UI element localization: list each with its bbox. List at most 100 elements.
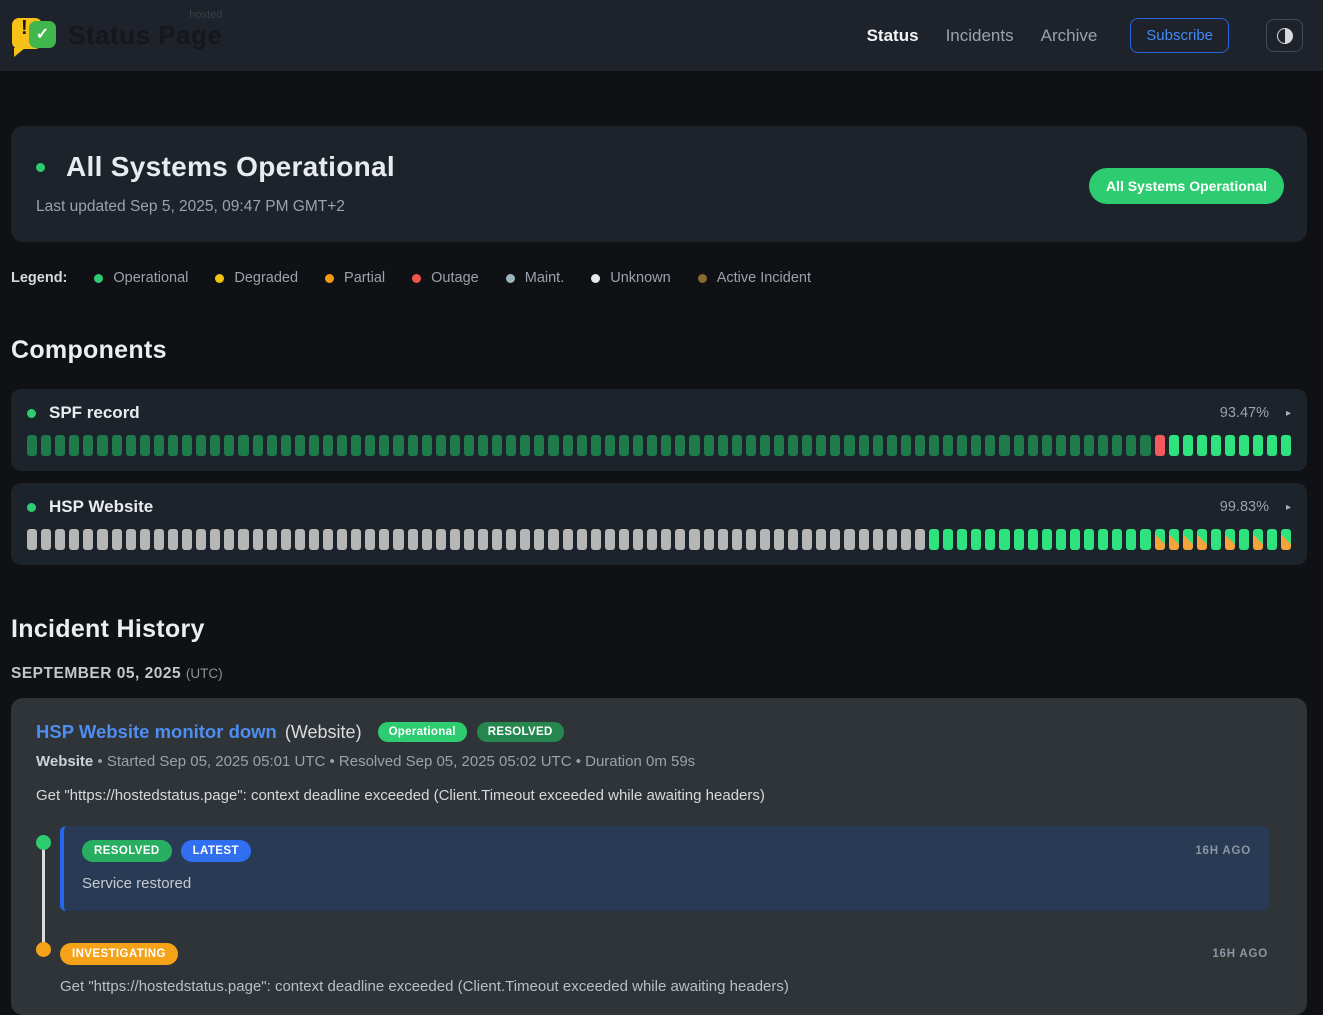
- legend-item-label: Unknown: [610, 270, 670, 286]
- component-row[interactable]: HSP Website99.83%▸: [27, 497, 1291, 517]
- uptime-bar-dim: [633, 435, 643, 456]
- expand-arrow-icon[interactable]: ▸: [1286, 502, 1291, 513]
- incident-meta-component: Website: [36, 753, 93, 770]
- uptime-bar-up: [1281, 435, 1291, 456]
- uptime-bar-up: [1239, 435, 1249, 456]
- legend-dot: [698, 274, 707, 283]
- component-right: 99.83%▸: [1220, 499, 1291, 515]
- uptime-bar-dim: [1042, 435, 1052, 456]
- expand-arrow-icon[interactable]: ▸: [1286, 408, 1291, 419]
- uptime-bar-dim: [436, 435, 446, 456]
- legend-label: Legend:: [11, 270, 67, 286]
- uptime-bar-dim: [408, 435, 418, 456]
- uptime-bar-nodata: [887, 529, 897, 550]
- theme-toggle-button[interactable]: [1266, 19, 1303, 52]
- uptime-bar-dim: [661, 435, 671, 456]
- uptime-bar-dim: [337, 435, 347, 456]
- overall-status-card: All Systems Operational Last updated Sep…: [11, 126, 1307, 242]
- subscribe-button[interactable]: Subscribe: [1130, 18, 1229, 53]
- legend-item-unknown: Unknown: [591, 270, 670, 286]
- uptime-bar-up: [1239, 529, 1249, 550]
- uptime-bar-dim: [971, 435, 981, 456]
- uptime-bar-nodata: [309, 529, 319, 550]
- component-status-dot: [27, 409, 36, 418]
- incident-update: RESOLVEDLATEST16H AGOService restored: [60, 826, 1282, 911]
- main-nav: Status Incidents Archive Subscribe: [867, 18, 1303, 53]
- incident-badges: OperationalRESOLVED: [378, 722, 564, 742]
- uptime-bar-dim: [534, 435, 544, 456]
- uptime-bar-up: [1267, 435, 1277, 456]
- uptime-bars: [27, 529, 1291, 550]
- uptime-bar-nodata: [844, 529, 854, 550]
- uptime-bar-partial: [1183, 529, 1193, 550]
- component-card: HSP Website99.83%▸: [11, 483, 1307, 565]
- nav-link-status[interactable]: Status: [867, 26, 919, 46]
- uptime-bar-dim: [154, 435, 164, 456]
- uptime-bar-dim: [253, 435, 263, 456]
- uptime-bar-nodata: [816, 529, 826, 550]
- uptime-bar-nodata: [224, 529, 234, 550]
- uptime-bar-nodata: [760, 529, 770, 550]
- nav-link-archive[interactable]: Archive: [1041, 26, 1098, 46]
- uptime-bar-up: [999, 529, 1009, 550]
- brand-name: Status Page: [68, 20, 222, 50]
- update-status-dot: [36, 942, 51, 957]
- uptime-bar-dim: [802, 435, 812, 456]
- uptime-bar-nodata: [422, 529, 432, 550]
- uptime-bar-nodata: [97, 529, 107, 550]
- uptime-bar-up: [1225, 435, 1235, 456]
- uptime-bar-nodata: [563, 529, 573, 550]
- uptime-bar-up: [985, 529, 995, 550]
- uptime-bar-dim: [140, 435, 150, 456]
- uptime-bar-nodata: [267, 529, 277, 550]
- uptime-bar-dim: [393, 435, 403, 456]
- update-head: INVESTIGATING16H AGO: [60, 943, 1268, 965]
- uptime-bar-nodata: [859, 529, 869, 550]
- uptime-bar-nodata: [408, 529, 418, 550]
- uptime-bar-nodata: [732, 529, 742, 550]
- incident-title-link[interactable]: HSP Website monitor down: [36, 721, 277, 743]
- uptime-bar-dim: [492, 435, 502, 456]
- badge-resolved: RESOLVED: [82, 840, 172, 862]
- update-text: Get "https://hostedstatus.page": context…: [60, 978, 1268, 995]
- uptime-bar-dim: [365, 435, 375, 456]
- incident-description: Get "https://hostedstatus.page": context…: [36, 787, 1282, 804]
- uptime-bar-nodata: [126, 529, 136, 550]
- uptime-bar-nodata: [436, 529, 446, 550]
- uptime-bar-dim: [422, 435, 432, 456]
- uptime-bar-nodata: [534, 529, 544, 550]
- uptime-bar-up: [1098, 529, 1108, 550]
- uptime-bar-dim: [760, 435, 770, 456]
- uptime-bar-nodata: [295, 529, 305, 550]
- uptime-bar-nodata: [253, 529, 263, 550]
- uptime-bar-dim: [591, 435, 601, 456]
- uptime-bar-dim: [605, 435, 615, 456]
- legend-item-outage: Outage: [412, 270, 479, 286]
- uptime-bar-up: [1197, 435, 1207, 456]
- uptime-bar-nodata: [619, 529, 629, 550]
- uptime-bar-dim: [830, 435, 840, 456]
- uptime-bar-nodata: [55, 529, 65, 550]
- uptime-bar-dim: [901, 435, 911, 456]
- badge-investigating: INVESTIGATING: [60, 943, 178, 965]
- nav-link-incidents[interactable]: Incidents: [946, 26, 1014, 46]
- uptime-bar-dim: [351, 435, 361, 456]
- status-page-logo-icon: ! ✓: [12, 14, 56, 58]
- uptime-bar-nodata: [154, 529, 164, 550]
- legend-dot: [94, 274, 103, 283]
- component-row[interactable]: SPF record93.47%▸: [27, 403, 1291, 423]
- brand-text: Status Page hosted: [68, 20, 222, 51]
- uptime-bar-dim: [168, 435, 178, 456]
- legend-dot: [215, 274, 224, 283]
- legend-item-label: Operational: [113, 270, 188, 286]
- legend-item-label: Maint.: [525, 270, 565, 286]
- uptime-bar-dim: [548, 435, 558, 456]
- component-status-dot: [27, 503, 36, 512]
- uptime-bar-up: [1056, 529, 1066, 550]
- exclamation-icon: !: [21, 17, 28, 40]
- legend-dot: [325, 274, 334, 283]
- update-head: RESOLVEDLATEST16H AGO: [82, 840, 1251, 862]
- incident-card: HSP Website monitor down (Website) Opera…: [11, 698, 1307, 1015]
- uptime-bar-nodata: [351, 529, 361, 550]
- uptime-bar-nodata: [704, 529, 714, 550]
